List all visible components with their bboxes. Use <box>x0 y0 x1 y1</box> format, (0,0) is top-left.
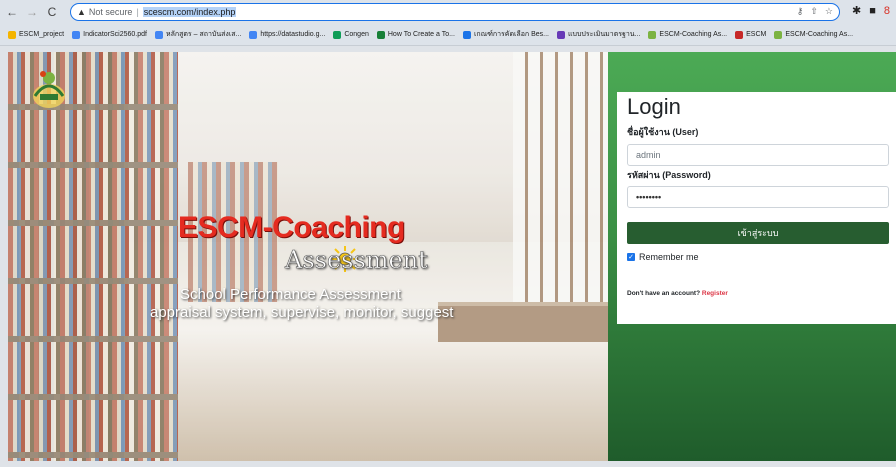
hero-tagline-2: appraisal system, supervise, monitor, su… <box>150 304 454 321</box>
star-icon[interactable]: ☆ <box>825 6 833 17</box>
hero-title: ESCM-Coaching <box>178 211 405 244</box>
back-icon[interactable]: ← <box>4 4 20 20</box>
bookmark-item[interactable]: IndicatorSci2560.pdf <box>72 30 147 39</box>
register-prompt: Don't have an account? Register <box>627 290 728 297</box>
url-text[interactable]: scescm.com/index.php <box>142 7 237 17</box>
checkbox-checked-icon[interactable]: ✓ <box>627 253 635 261</box>
bookmark-label: https://datastudio.g... <box>260 31 326 38</box>
address-separator: | <box>136 7 139 17</box>
remember-me[interactable]: ✓ Remember me <box>627 252 699 262</box>
warning-icon: ▲ <box>77 7 86 17</box>
bookmark-label: หลักสูตร – สถาบันส่งเส... <box>165 31 242 38</box>
login-heading: Login <box>627 94 681 119</box>
bookmark-item[interactable]: https://datastudio.g... <box>249 30 326 39</box>
bookmark-item[interactable]: เกณฑ์การคัดเลือก Bes... <box>462 29 549 40</box>
bookmark-favicon-icon <box>376 30 385 39</box>
bookmark-favicon-icon <box>249 30 258 39</box>
bookmark-label: Congen <box>344 31 369 38</box>
hero-tagline-1: School Performance Assessment <box>180 286 401 303</box>
reload-icon[interactable]: C <box>44 4 60 20</box>
browser-toolbar: ← → C ▲ Not secure | scescm.com/index.ph… <box>0 0 896 24</box>
key-icon[interactable]: ⚷ <box>797 6 804 17</box>
account-prompt-text: Don't have an account? <box>627 290 701 297</box>
bookmark-favicon-icon <box>774 30 783 39</box>
bookmark-favicon-icon <box>72 30 81 39</box>
login-card: Login ชื่อผู้ใช้งาน (User) admin รหัสผ่า… <box>617 92 896 324</box>
username-label: ชื่อผู้ใช้งาน (User) <box>627 127 699 137</box>
bookmarks-bar: ESCM_project IndicatorSci2560.pdf หลักสูตร… <box>0 24 896 46</box>
bookmark-favicon-icon <box>462 30 471 39</box>
login-button[interactable]: เข้าสู่ระบบ <box>627 222 889 244</box>
browser-window: ← → C ▲ Not secure | scescm.com/index.ph… <box>0 0 896 467</box>
password-input[interactable]: •••••••• <box>627 186 889 208</box>
password-label: รหัสผ่าน (Password) <box>627 170 711 180</box>
bookmark-item[interactable]: หลักสูตร – สถาบันส่งเส... <box>154 29 242 40</box>
register-link[interactable]: Register <box>702 290 728 297</box>
logo-icon <box>33 71 65 108</box>
bookmark-label: IndicatorSci2560.pdf <box>83 31 147 38</box>
profile-icon[interactable]: 8 <box>884 5 890 17</box>
bookmark-favicon-icon <box>333 30 342 39</box>
bookmark-favicon-icon <box>8 30 16 39</box>
bookmark-item[interactable]: ESCM-Coaching As... <box>774 30 854 39</box>
username-input[interactable]: admin <box>627 144 889 166</box>
bookmark-label: เกณฑ์การคัดเลือก Bes... <box>473 31 549 38</box>
remember-label: Remember me <box>639 252 699 262</box>
bookmark-item[interactable]: แบบประเมินมาตรฐาน... <box>557 29 640 40</box>
bookmark-favicon-icon <box>154 30 163 39</box>
bookmark-label: ESCM <box>746 31 767 38</box>
extensions-icon[interactable]: ✱ <box>852 4 861 17</box>
bookmark-item[interactable]: How To Create a To... <box>376 30 455 39</box>
bookmark-label: How To Create a To... <box>387 31 455 38</box>
hero-subtitle: Assessment <box>285 246 428 275</box>
bookmark-label: ESCM-Coaching As... <box>785 31 854 38</box>
bookmark-item[interactable]: Congen <box>333 30 369 39</box>
security-label: Not secure <box>88 7 133 17</box>
bookmark-favicon-icon <box>648 30 657 39</box>
bookmark-item[interactable]: ESCM-Coaching As... <box>648 30 728 39</box>
bookmark-favicon-icon <box>735 30 744 39</box>
bookmark-label: ESCM-Coaching As... <box>659 31 728 38</box>
address-bar[interactable]: ▲ Not secure | scescm.com/index.php ⚷ ⇧ … <box>70 3 840 21</box>
forward-icon[interactable]: → <box>24 4 40 20</box>
bookmark-label: แบบประเมินมาตรฐาน... <box>568 31 641 38</box>
bookmark-favicon-icon <box>557 30 565 39</box>
bookmark-label: ESCM_project <box>19 31 65 38</box>
share-icon[interactable]: ⇧ <box>810 6 818 17</box>
bookmark-item[interactable]: ESCM_project <box>8 30 65 39</box>
bookmark-item[interactable]: ESCM <box>735 30 767 39</box>
sidepanel-icon[interactable]: ■ <box>869 5 876 17</box>
